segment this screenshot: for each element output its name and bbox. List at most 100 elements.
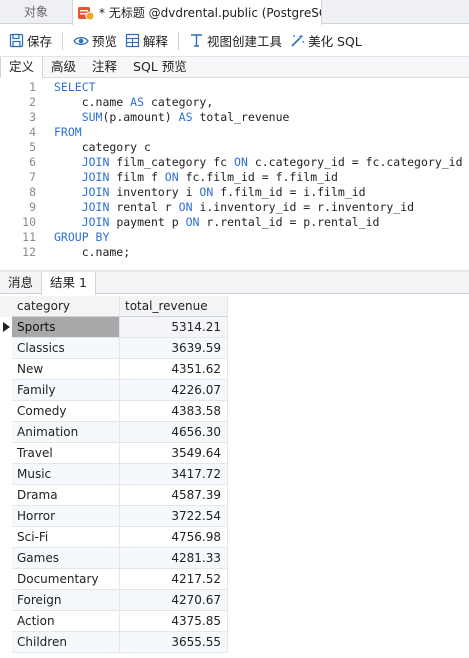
cell-category[interactable]: Games bbox=[12, 548, 120, 569]
view-builder-button[interactable]: 视图创建工具 bbox=[185, 29, 286, 53]
code-line[interactable]: 9 JOIN rental r ON i.inventory_id = r.in… bbox=[0, 200, 469, 215]
tab-advanced[interactable]: 高级 bbox=[43, 57, 84, 78]
cell-total-revenue[interactable]: 4383.58 bbox=[120, 401, 228, 422]
row-selector[interactable] bbox=[0, 317, 12, 338]
cell-total-revenue[interactable]: 4226.07 bbox=[120, 380, 228, 401]
cell-total-revenue[interactable]: 3417.72 bbox=[120, 464, 228, 485]
table-row[interactable]: Children 3655.55 bbox=[0, 632, 228, 653]
table-row[interactable]: Travel 3549.64 bbox=[0, 443, 228, 464]
cell-total-revenue[interactable]: 4217.52 bbox=[120, 569, 228, 590]
tab-objects[interactable]: 对象 bbox=[0, 0, 72, 24]
sql-keyword: ON bbox=[164, 170, 179, 184]
cell-total-revenue[interactable]: 4375.85 bbox=[120, 611, 228, 632]
cell-total-revenue[interactable]: 4656.30 bbox=[120, 422, 228, 443]
cell-category[interactable]: Family bbox=[12, 380, 120, 401]
cell-category[interactable]: Sci-Fi bbox=[12, 527, 120, 548]
sql-text: f.film_id = i.film_id bbox=[213, 185, 366, 199]
table-row[interactable]: Classics 3639.59 bbox=[0, 338, 228, 359]
cell-category[interactable]: Sports bbox=[12, 317, 120, 338]
explain-button[interactable]: 解释 bbox=[121, 29, 172, 53]
table-row[interactable]: Family 4226.07 bbox=[0, 380, 228, 401]
cell-total-revenue[interactable]: 4351.62 bbox=[120, 359, 228, 380]
table-row[interactable]: Comedy 4383.58 bbox=[0, 401, 228, 422]
cell-category[interactable]: Travel bbox=[12, 443, 120, 464]
table-row[interactable]: Games 4281.33 bbox=[0, 548, 228, 569]
row-selector[interactable] bbox=[0, 380, 12, 401]
table-row[interactable]: Music 3417.72 bbox=[0, 464, 228, 485]
table-row[interactable]: Sports 5314.21 bbox=[0, 317, 228, 338]
cell-total-revenue[interactable]: 4270.67 bbox=[120, 590, 228, 611]
code-line[interactable]: 11 GROUP BY bbox=[0, 230, 469, 245]
beautify-sql-button[interactable]: 美化 SQL bbox=[286, 29, 366, 53]
tab-messages[interactable]: 消息 bbox=[0, 272, 41, 294]
row-selector[interactable] bbox=[0, 569, 12, 590]
sql-text: total_revenue bbox=[192, 110, 290, 124]
row-selector[interactable] bbox=[0, 422, 12, 443]
code-line[interactable]: 4 FROM bbox=[0, 125, 469, 140]
code-line[interactable]: 1 SELECT bbox=[0, 80, 469, 95]
beautify-sql-label: 美化 SQL bbox=[308, 34, 362, 49]
tab-sql-preview[interactable]: SQL 预览 bbox=[125, 57, 195, 78]
cell-total-revenue[interactable]: 3639.59 bbox=[120, 338, 228, 359]
code-line[interactable]: 2 c.name AS category, bbox=[0, 95, 469, 110]
cell-total-revenue[interactable]: 5314.21 bbox=[120, 317, 228, 338]
row-selector[interactable] bbox=[0, 485, 12, 506]
tab-definition[interactable]: 定义 bbox=[0, 57, 44, 79]
cell-total-revenue[interactable]: 3722.54 bbox=[120, 506, 228, 527]
preview-button[interactable]: 预览 bbox=[69, 29, 121, 53]
cell-total-revenue[interactable]: 3655.55 bbox=[120, 632, 228, 653]
table-row[interactable]: Animation 4656.30 bbox=[0, 422, 228, 443]
tab-comment[interactable]: 注释 bbox=[84, 57, 125, 78]
row-selector[interactable] bbox=[0, 338, 12, 359]
row-selector[interactable] bbox=[0, 527, 12, 548]
cell-category[interactable]: Foreign bbox=[12, 590, 120, 611]
sql-text: inventory i bbox=[109, 185, 200, 199]
table-row[interactable]: Horror 3722.54 bbox=[0, 506, 228, 527]
sql-editor[interactable]: 1 SELECT 2 c.name AS category, 3 SUM(p.amou… bbox=[0, 78, 469, 270]
table-row[interactable]: Sci-Fi 4756.98 bbox=[0, 527, 228, 548]
cell-total-revenue[interactable]: 4587.39 bbox=[120, 485, 228, 506]
cell-category[interactable]: Action bbox=[12, 611, 120, 632]
table-row[interactable]: New 4351.62 bbox=[0, 359, 228, 380]
code-line[interactable]: 6 JOIN film_category fc ON c.category_id… bbox=[0, 155, 469, 170]
tab-result-1[interactable]: 结果 1 bbox=[41, 272, 96, 295]
save-button[interactable]: 保存 bbox=[5, 29, 56, 53]
cell-category[interactable]: Drama bbox=[12, 485, 120, 506]
cell-category[interactable]: Horror bbox=[12, 506, 120, 527]
row-selector[interactable] bbox=[0, 443, 12, 464]
cell-total-revenue[interactable]: 4756.98 bbox=[120, 527, 228, 548]
table-row[interactable]: Foreign 4270.67 bbox=[0, 590, 228, 611]
code-line[interactable]: 10 JOIN payment p ON r.rental_id = p.ren… bbox=[0, 215, 469, 230]
cell-category[interactable]: New bbox=[12, 359, 120, 380]
row-selector[interactable] bbox=[0, 590, 12, 611]
cell-category[interactable]: Children bbox=[12, 632, 120, 653]
cell-category[interactable]: Classics bbox=[12, 338, 120, 359]
code-line[interactable]: 5 category c bbox=[0, 140, 469, 155]
cell-category[interactable]: Music bbox=[12, 464, 120, 485]
row-selector[interactable] bbox=[0, 464, 12, 485]
cell-category[interactable]: Comedy bbox=[12, 401, 120, 422]
row-selector[interactable] bbox=[0, 548, 12, 569]
table-row[interactable]: Action 4375.85 bbox=[0, 611, 228, 632]
row-selector[interactable] bbox=[0, 632, 12, 653]
view-builder-label: 视图创建工具 bbox=[207, 34, 283, 49]
code-line[interactable]: 3 SUM(p.amount) AS total_revenue bbox=[0, 110, 469, 125]
column-header-category[interactable]: category bbox=[12, 296, 120, 317]
explain-label: 解释 bbox=[143, 34, 169, 49]
row-selector[interactable] bbox=[0, 401, 12, 422]
code-line[interactable]: 8 JOIN inventory i ON f.film_id = i.film… bbox=[0, 185, 469, 200]
cell-total-revenue[interactable]: 4281.33 bbox=[120, 548, 228, 569]
row-selector[interactable] bbox=[0, 506, 12, 527]
row-selector[interactable] bbox=[0, 611, 12, 632]
table-row[interactable]: Drama 4587.39 bbox=[0, 485, 228, 506]
tab-query[interactable]: * 无标题 @dvdrental.public (PostgreSQ... bbox=[72, 0, 322, 25]
cell-category[interactable]: Animation bbox=[12, 422, 120, 443]
row-selector[interactable] bbox=[0, 359, 12, 380]
cell-total-revenue[interactable]: 3549.64 bbox=[120, 443, 228, 464]
table-row[interactable]: Documentary 4217.52 bbox=[0, 569, 228, 590]
code-line[interactable]: 12 c.name; bbox=[0, 245, 469, 260]
cell-category[interactable]: Documentary bbox=[12, 569, 120, 590]
code-line[interactable]: 7 JOIN film f ON fc.film_id = f.film_id bbox=[0, 170, 469, 185]
column-header-total-revenue[interactable]: total_revenue bbox=[120, 296, 228, 317]
line-number: 6 bbox=[29, 155, 36, 169]
